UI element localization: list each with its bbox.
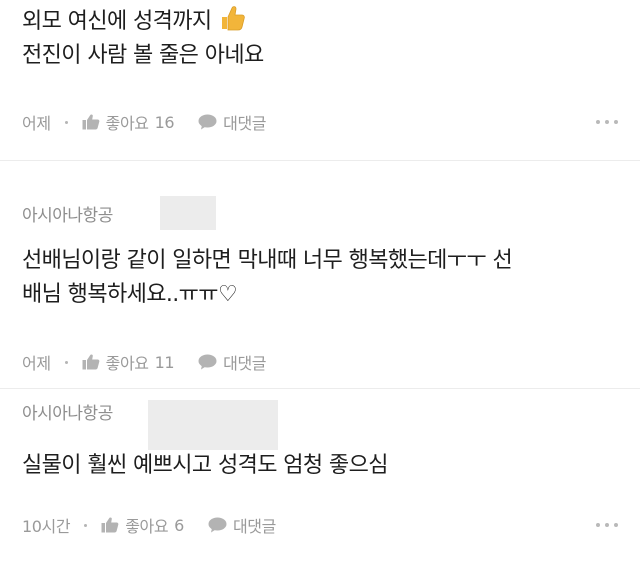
separator-dot [64,120,68,124]
comment-line: 전진이 사람 볼 줄은 아네요 [22,43,264,68]
separator-dot [64,360,68,364]
comment-time: 어제 [22,354,51,373]
comment-author[interactable]: 아시아나항공 [22,201,113,226]
divider [0,388,640,389]
thumbs-up-icon [101,517,119,533]
comment-text: 실물이 훨씬 예쁘시고 성격도 엄청 좋으심 [22,449,622,483]
reply-label: 대댓글 [223,114,267,133]
like-label: 좋아요 [125,517,169,536]
comment-text: 외모 여신에 성격까지 전진이 사람 볼 줄은 아네요 [22,4,622,73]
comment-line: 외모 여신에 성격까지 [22,9,212,34]
comment-line: 배님 행복하세요..ㅠㅠ♡ [22,282,238,307]
thumbs-up-icon [82,114,100,130]
comment-line: 선배님이랑 같이 일하면 막내때 너무 행복했는데ㅜㅜ 선 [22,248,513,273]
divider [0,160,640,161]
redacted-name-block [160,196,216,230]
reply-label: 대댓글 [232,517,276,536]
redacted-name-block [148,400,278,450]
speech-bubble-icon [208,517,227,533]
comment-meta: 10시간 좋아요 6 대댓글 [22,512,276,538]
comment-author[interactable]: 아시아나항공 [22,399,113,424]
like-button[interactable]: 좋아요 6 [101,513,184,537]
comment-time: 10시간 [22,517,71,536]
like-count: 11 [154,352,175,372]
comment-meta: 어제 좋아요 11 대댓글 [22,349,267,375]
comment-line: 실물이 훨씬 예쁘시고 성격도 엄청 좋으심 [22,453,388,478]
like-button[interactable]: 좋아요 16 [82,110,175,134]
thumbs-up-icon [82,354,100,370]
like-button[interactable]: 좋아요 11 [82,350,175,374]
separator-dot [84,523,88,527]
like-label: 좋아요 [105,354,149,373]
comment-text: 선배님이랑 같이 일하면 막내때 너무 행복했는데ㅜㅜ 선 배님 행복하세요..… [22,244,622,312]
comment-meta: 어제 좋아요 16 대댓글 [22,109,267,135]
speech-bubble-icon [198,354,217,370]
author-row: 아시아나항공 [22,394,113,428]
author-row: 아시아나항공 [22,196,113,230]
reply-label: 대댓글 [223,354,267,373]
reply-button[interactable]: 대댓글 [198,110,267,134]
comment-time: 어제 [22,114,51,133]
more-dots-icon[interactable] [596,109,618,135]
like-count: 16 [154,112,175,132]
reply-button[interactable]: 대댓글 [208,513,276,537]
like-label: 좋아요 [105,114,149,133]
like-count: 6 [174,515,184,535]
more-dots-icon[interactable] [596,512,618,538]
speech-bubble-icon [198,114,217,130]
reply-button[interactable]: 대댓글 [198,350,267,374]
thumbs-up-emoji-icon [221,6,245,31]
